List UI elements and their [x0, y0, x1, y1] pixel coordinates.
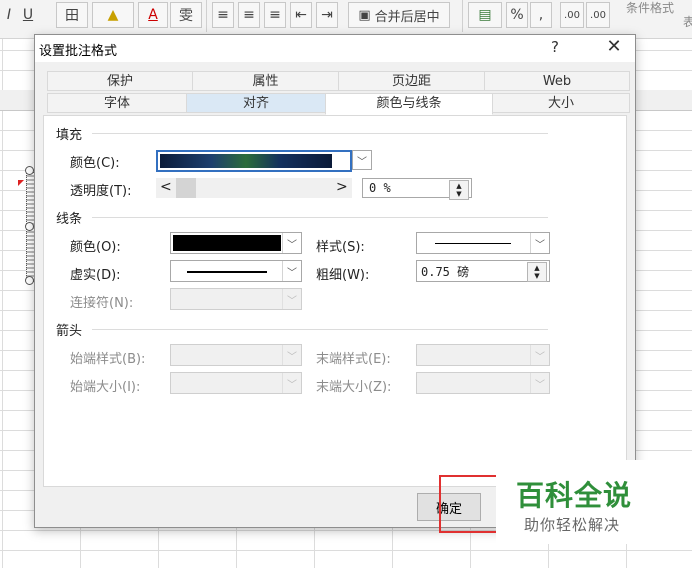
slider-left-arrow[interactable]: <	[160, 179, 172, 195]
table-format-button[interactable]: 表	[682, 8, 692, 34]
fill-color-label: 颜色(C):	[70, 156, 120, 171]
line-weight-input[interactable]: 0.75 磅 ▲ ▼	[416, 260, 550, 282]
increase-indent-icon[interactable]: ⇥	[316, 2, 338, 28]
align-right-icon[interactable]: ≡	[264, 2, 286, 28]
comment-handle-bottom[interactable]	[25, 276, 34, 285]
merge-icon: ▣	[358, 7, 371, 23]
begin-style-label: 始端样式(B):	[70, 352, 146, 367]
tab-size[interactable]: 大小	[492, 93, 630, 113]
decrease-decimal-button[interactable]: .00	[586, 2, 610, 28]
connector-dropdown-icon[interactable]: ﹀	[282, 289, 301, 309]
line-style-dropdown-icon[interactable]: ﹀	[530, 233, 549, 253]
tab-font[interactable]: 字体	[47, 93, 187, 113]
end-size-dropdown-icon[interactable]: ﹀	[530, 373, 549, 393]
phonetic-button[interactable]: 雯	[170, 2, 202, 28]
watermark-title: 百科全说	[516, 479, 633, 512]
transparency-input[interactable]: 0 % ▲ ▼	[362, 178, 472, 200]
line-style-preview	[435, 243, 511, 244]
tab-web[interactable]: Web	[484, 71, 630, 91]
connector-combo[interactable]: ﹀	[170, 288, 302, 310]
line-weight-value: 0.75 磅	[421, 265, 470, 279]
help-button[interactable]: ?	[551, 38, 559, 56]
comment-handle-mid[interactable]	[25, 222, 34, 231]
align-center-icon[interactable]: ≡	[238, 2, 260, 28]
align-left-icon[interactable]: ≡	[212, 2, 234, 28]
line-color-dropdown-icon[interactable]: ﹀	[282, 233, 301, 253]
underline-button[interactable]: U	[18, 2, 38, 28]
line-weight-spinner[interactable]: ▲ ▼	[527, 262, 547, 282]
begin-size-dropdown-icon[interactable]: ﹀	[282, 373, 301, 393]
transparency-spinner[interactable]: ▲ ▼	[449, 180, 469, 200]
arrows-section-heading: 箭头	[56, 324, 83, 339]
line-weight-label: 粗细(W):	[316, 268, 370, 283]
fill-texture-preview	[160, 154, 332, 168]
decrease-indent-icon[interactable]: ⇤	[290, 2, 312, 28]
fill-color-combo[interactable]: ﹀	[156, 150, 372, 172]
transparency-slider[interactable]: < >	[156, 178, 352, 198]
close-icon[interactable]: ✕	[601, 36, 627, 60]
merge-label: 合并后居中	[374, 9, 440, 25]
tab-properties[interactable]: 属性	[192, 71, 339, 91]
tab-panel: 填充 颜色(C): ﹀ 透明度(T): < > 0 % ▲ ▼ 线条 颜色(O):…	[43, 115, 627, 487]
line-style-label: 样式(S):	[316, 240, 365, 255]
format-comment-dialog: 设置批注格式 ? ✕ 保护 属性 页边距 Web 字体 对齐 颜色与线条 大小 …	[34, 34, 636, 533]
slider-thumb[interactable]	[176, 178, 196, 198]
tab-colors-lines[interactable]: 颜色与线条	[325, 93, 493, 115]
comment-handle-top[interactable]	[25, 166, 34, 175]
transparency-label: 透明度(T):	[70, 184, 132, 199]
number-format-icon[interactable]: ▤	[468, 2, 502, 28]
border-button[interactable]: 田	[56, 2, 88, 28]
percent-button[interactable]: %	[506, 2, 528, 28]
tab-protection[interactable]: 保护	[47, 71, 193, 91]
end-style-label: 末端样式(E):	[316, 352, 391, 367]
tab-margins[interactable]: 页边距	[338, 71, 485, 91]
fill-color-dropdown-icon[interactable]: ﹀	[352, 150, 372, 170]
line-section-heading: 线条	[56, 212, 83, 227]
watermark-subtitle: 助你轻松解决	[524, 516, 621, 534]
begin-style-combo[interactable]: ﹀	[170, 344, 302, 366]
comment-indicator-icon	[18, 180, 24, 186]
dialog-titlebar: 设置批注格式 ? ✕	[35, 35, 635, 62]
line-color-combo[interactable]: ﹀	[170, 232, 302, 254]
tab-alignment[interactable]: 对齐	[186, 93, 326, 113]
dash-dropdown-icon[interactable]: ﹀	[282, 261, 301, 281]
font-color-button[interactable]: A	[138, 2, 168, 28]
watermark: 百科全说 助你轻松解决	[496, 460, 692, 544]
fill-color-button[interactable]: ▲	[92, 2, 134, 28]
comma-button[interactable]: ,	[530, 2, 552, 28]
dash-label: 虚实(D):	[70, 268, 121, 283]
dash-preview	[187, 271, 267, 273]
end-size-combo[interactable]: ﹀	[416, 372, 550, 394]
begin-style-dropdown-icon[interactable]: ﹀	[282, 345, 301, 365]
dash-combo[interactable]: ﹀	[170, 260, 302, 282]
begin-size-label: 始端大小(I):	[70, 380, 141, 395]
fill-section-heading: 填充	[56, 128, 83, 143]
conditional-format-button[interactable]: 条件格式	[620, 0, 680, 20]
end-size-label: 末端大小(Z):	[316, 380, 392, 395]
transparency-value: 0 %	[369, 181, 391, 195]
end-style-dropdown-icon[interactable]: ﹀	[530, 345, 549, 365]
italic-button[interactable]: I	[2, 2, 16, 28]
merge-center-button[interactable]: ▣ 合并后居中	[348, 2, 450, 28]
connector-label: 连接符(N):	[70, 296, 134, 311]
end-style-combo[interactable]: ﹀	[416, 344, 550, 366]
dialog-title: 设置批注格式	[39, 44, 118, 59]
line-style-combo[interactable]: ﹀	[416, 232, 550, 254]
slider-right-arrow[interactable]: >	[336, 179, 348, 195]
begin-size-combo[interactable]: ﹀	[170, 372, 302, 394]
line-color-label: 颜色(O):	[70, 240, 121, 255]
increase-decimal-button[interactable]: .00	[560, 2, 584, 28]
line-color-swatch	[173, 235, 281, 251]
